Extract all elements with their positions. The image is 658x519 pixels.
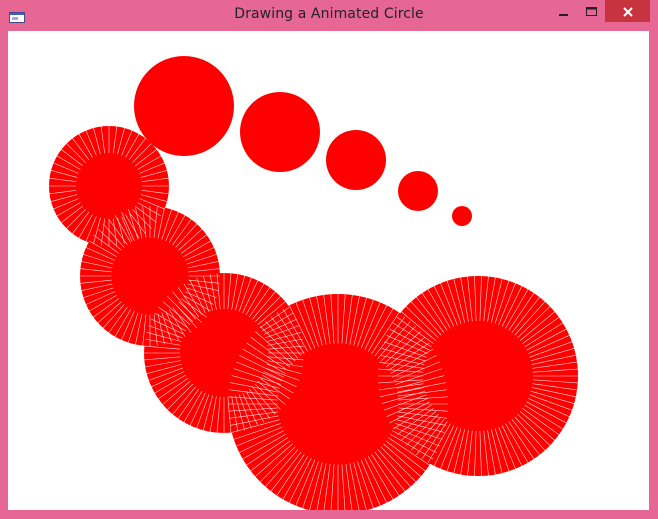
circle-small-2 (240, 92, 320, 172)
title-bar[interactable]: Drawing a Animated Circle (0, 0, 658, 31)
circle-small-3 (326, 130, 386, 190)
close-button[interactable] (605, 0, 650, 22)
drawing-area (8, 31, 649, 510)
maximize-icon (586, 2, 597, 21)
circle-small-4 (398, 171, 438, 211)
circle-small-5 (452, 206, 472, 226)
minimize-button[interactable] (550, 0, 578, 22)
maximize-button[interactable] (578, 0, 605, 22)
animated-circle-group (49, 56, 578, 510)
circle-canvas (49, 56, 578, 510)
minimize-icon (559, 2, 569, 21)
circle-small-1 (134, 56, 234, 156)
app-window: Drawing a Animated Circle (0, 0, 658, 519)
close-icon (622, 2, 633, 21)
